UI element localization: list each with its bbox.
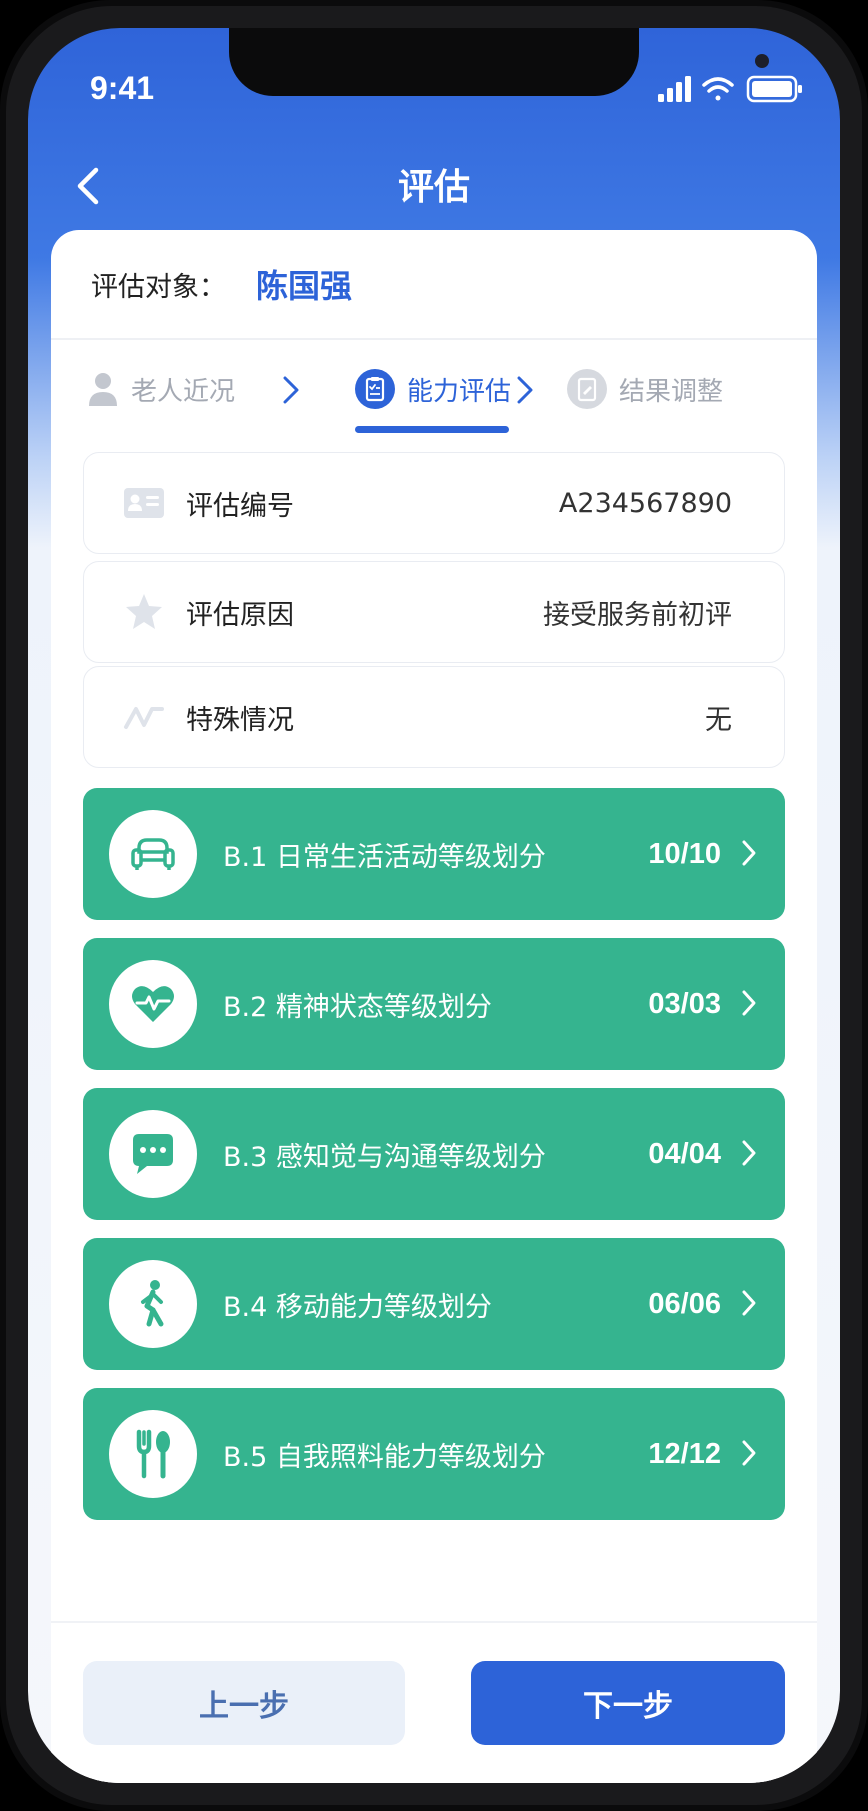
chevron-right-icon [742,840,756,866]
assessment-item-b5[interactable]: B.5 自我照料能力等级划分 12/12 [83,1388,785,1520]
assessment-item-b4[interactable]: B.4 移动能力等级划分 06/06 [83,1238,785,1370]
heart-pulse-icon [109,960,197,1048]
sofa-icon [109,810,197,898]
phone-frame: 9:41 评估 评估对象： 陈国强 老人近况 能力评估 结果调整 评估编号 A2… [0,0,868,1811]
step-label: 结果调整 [619,376,724,407]
chat-icon [109,1110,197,1198]
page-title: 评估 [397,167,470,208]
chevron-right-icon [742,990,756,1016]
utensils-icon [109,1410,197,1498]
divider [51,338,817,340]
camera [755,54,769,68]
info-row-assessment-reason[interactable]: 评估原因 接受服务前初评 [83,561,785,663]
signal-icon [658,76,691,102]
subject-row: 评估对象： 陈国强 [91,264,353,305]
trend-icon [124,707,164,729]
item-count: 12/12 [648,1437,721,1470]
step-tab-recent-status[interactable]: 老人近况 [87,362,235,416]
item-title: B.1 日常生活活动等级划分 [223,841,546,873]
battery-icon [746,75,802,103]
item-title: B.5 自我照料能力等级划分 [223,1441,546,1473]
notch [229,28,769,96]
chevron-right-icon [742,1140,756,1166]
content-card: 评估对象： 陈国强 老人近况 能力评估 结果调整 评估编号 A234567890… [51,230,817,1783]
id-card-icon [124,488,164,518]
item-count: 03/03 [648,987,721,1020]
wifi-icon [702,77,734,101]
step-tabs: 老人近况 能力评估 结果调整 [51,348,817,448]
assessment-item-b3[interactable]: B.3 感知觉与沟通等级划分 04/04 [83,1088,785,1220]
step-label: 老人近况 [131,376,236,407]
bottom-action-bar: 上一步 下一步 [51,1621,817,1783]
screen: 9:41 评估 评估对象： 陈国强 老人近况 能力评估 结果调整 评估编号 A2… [28,28,840,1783]
chevron-right-icon [283,376,299,404]
item-title: B.3 感知觉与沟通等级划分 [223,1141,546,1173]
item-title: B.2 精神状态等级划分 [223,991,492,1023]
next-step-button[interactable]: 下一步 [471,1661,785,1745]
active-step-indicator [355,426,509,433]
prev-step-button[interactable]: 上一步 [83,1661,405,1745]
status-icons [658,74,808,104]
subject-name: 陈国强 [256,267,353,305]
step-tab-result-adjust[interactable]: 结果调整 [567,362,723,416]
chevron-right-icon [742,1290,756,1316]
item-count: 10/10 [648,837,721,870]
info-row-assessment-number: 评估编号 A234567890 [83,452,785,554]
info-row-special-condition[interactable]: 特殊情况 无 [83,666,785,768]
item-title: B.4 移动能力等级划分 [223,1291,492,1323]
assessment-item-b2[interactable]: B.2 精神状态等级划分 03/03 [83,938,785,1070]
step-tab-ability-assessment[interactable]: 能力评估 [355,362,511,416]
person-icon [89,373,117,406]
step-label: 能力评估 [407,376,512,407]
assessment-item-b1[interactable]: B.1 日常生活活动等级划分 10/10 [83,788,785,920]
star-icon [126,594,162,629]
info-value: 无 [705,704,732,736]
edit-icon [567,369,607,409]
item-count: 06/06 [648,1287,721,1320]
info-label: 评估编号 [186,490,294,522]
item-count: 04/04 [648,1137,721,1170]
chevron-right-icon [517,376,533,404]
chevron-right-icon [742,1440,756,1466]
status-time: 9:41 [90,70,155,106]
walking-icon [109,1260,197,1348]
info-value: A234567890 [558,487,732,519]
info-label: 特殊情况 [186,704,294,736]
info-label: 评估原因 [186,599,294,631]
clipboard-icon [355,369,395,409]
subject-label: 评估对象： [91,271,226,303]
info-value: 接受服务前初评 [543,599,732,631]
